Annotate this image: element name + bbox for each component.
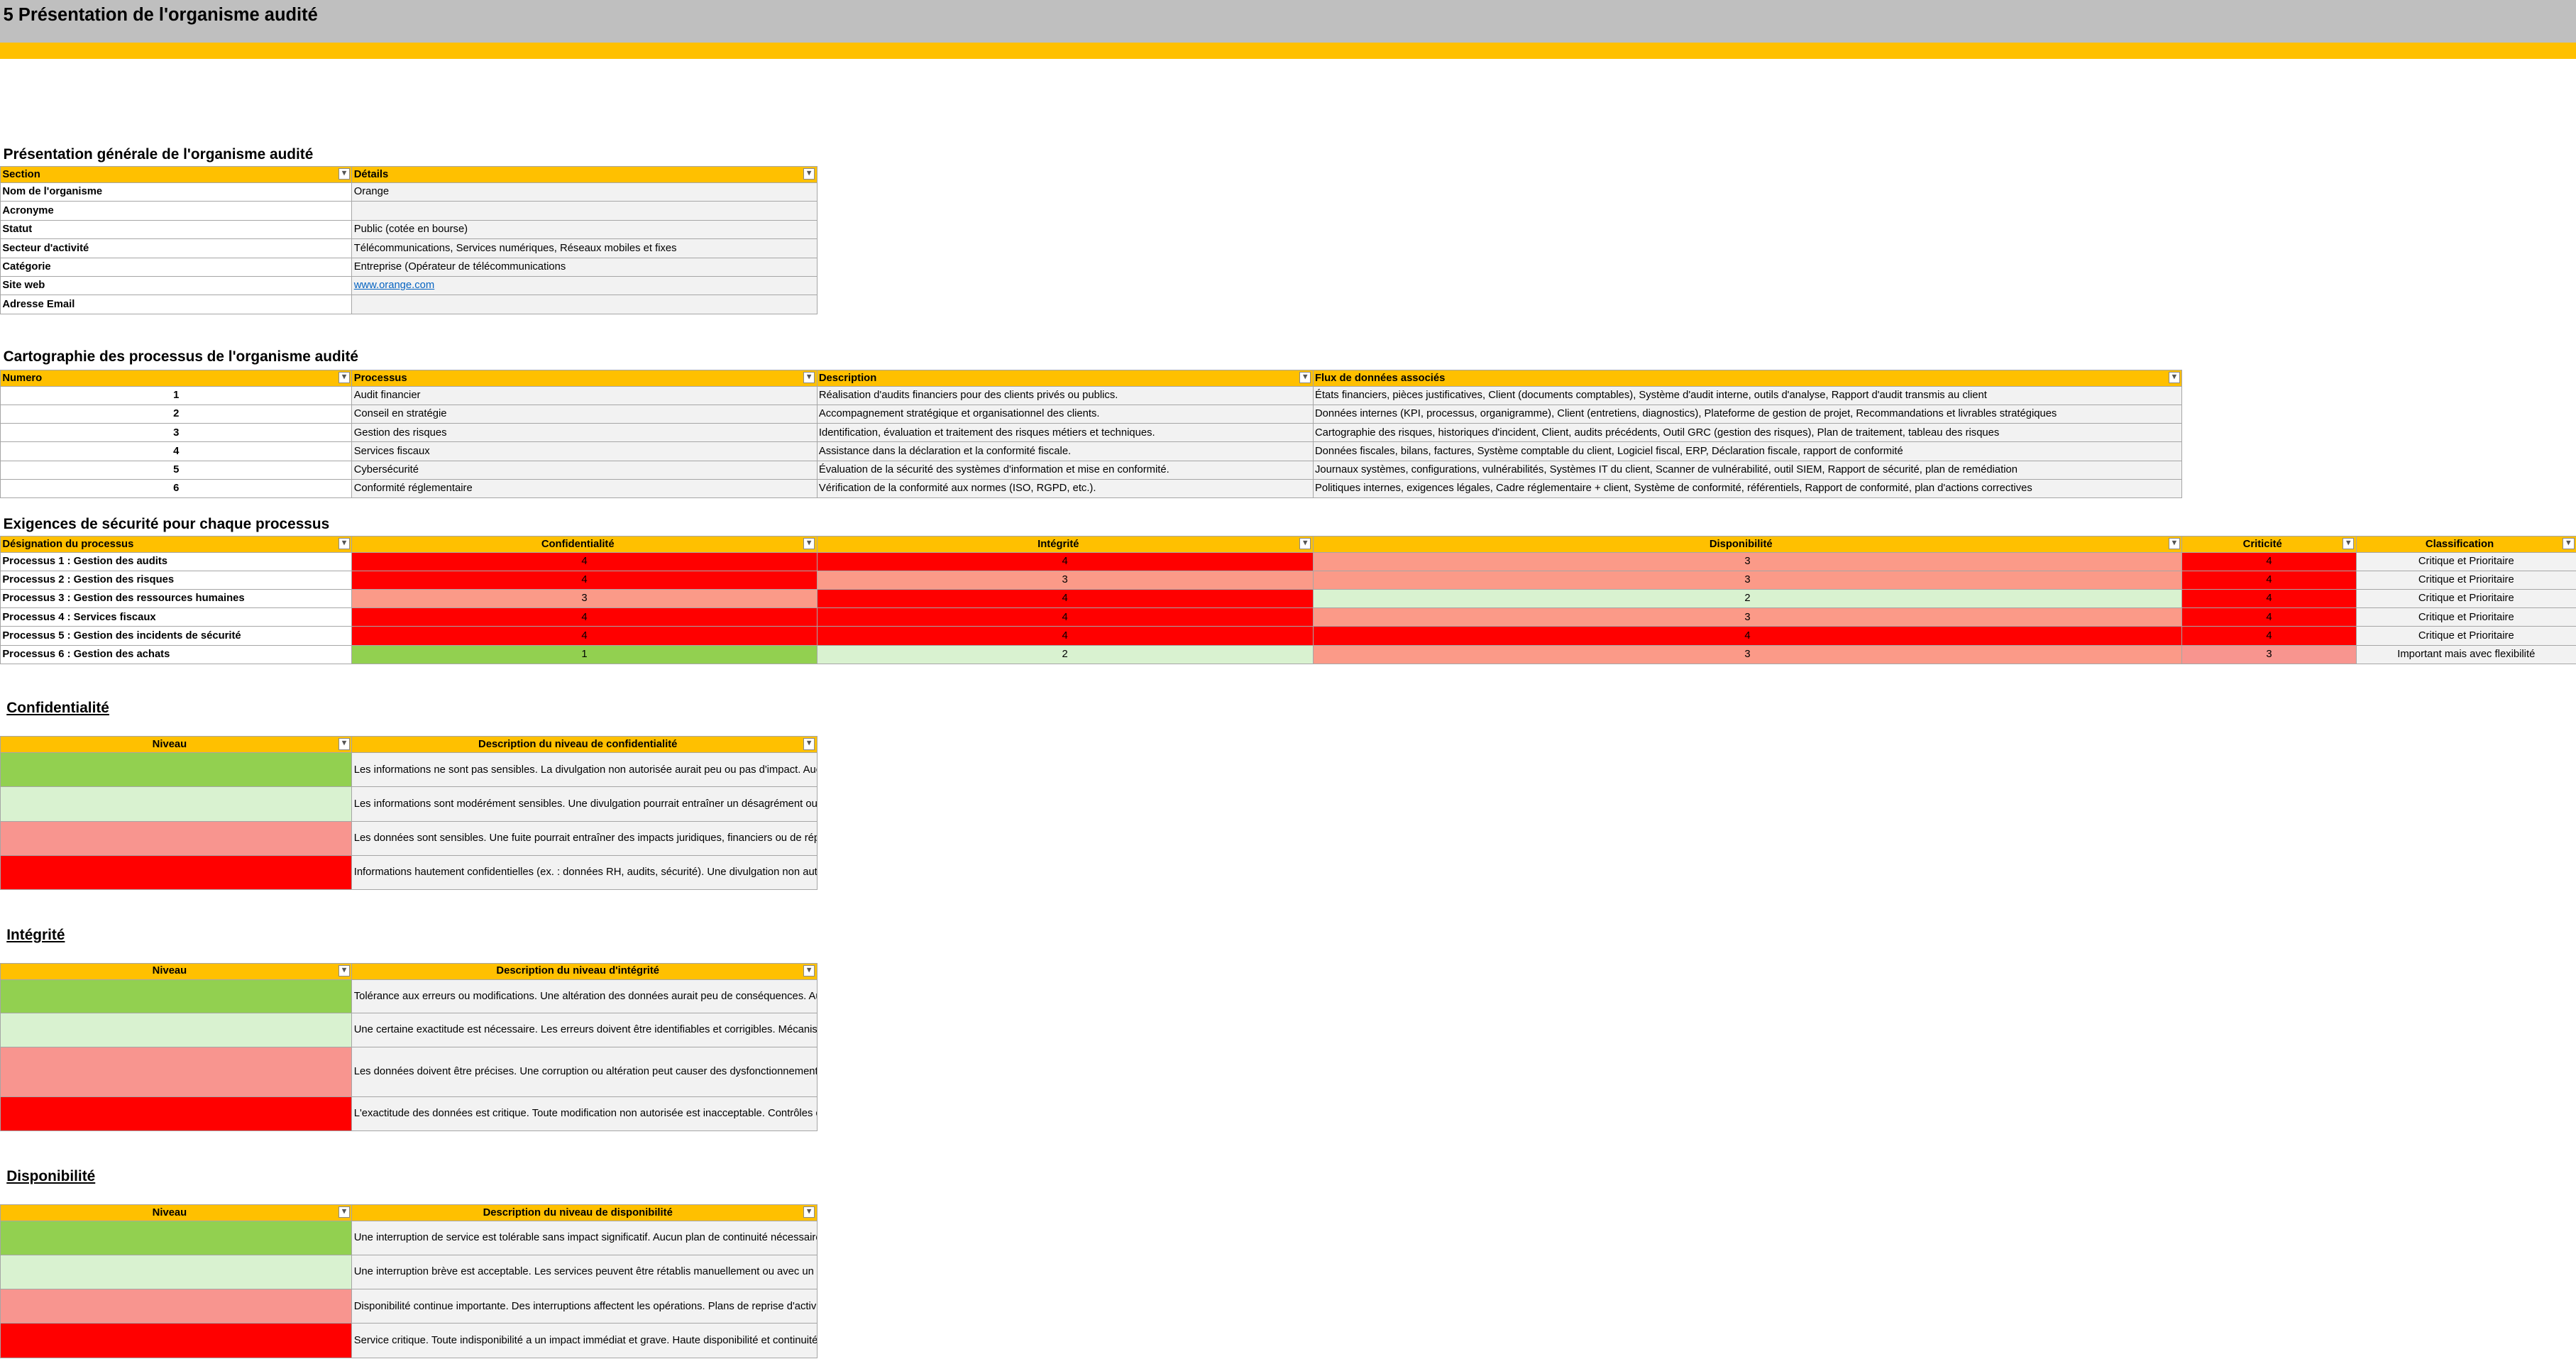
col-header-niveau[interactable]: Niveau▾	[1, 963, 352, 979]
table-row: 1Audit financierRéalisation d'audits fin…	[1, 387, 2182, 405]
table-row: Disponibilité continue importante. Des i…	[1, 1289, 818, 1324]
table-row: Processus 2 : Gestion des risques4334Cri…	[1, 571, 2576, 589]
org-section-title: Présentation générale de l'organisme aud…	[4, 146, 314, 163]
col-header-processus[interactable]: Processus▾	[352, 370, 817, 386]
table-row: Une interruption brève est acceptable. L…	[1, 1255, 818, 1289]
filter-dropdown-icon[interactable]: ▾	[1299, 372, 1311, 383]
disponibilite-title: Disponibilité	[6, 1168, 95, 1185]
level-swatch[interactable]	[1, 1047, 352, 1097]
col-header-description-niveau[interactable]: Description du niveau d'intégrité▾	[352, 963, 817, 979]
level-swatch[interactable]	[1, 1324, 352, 1358]
table-row: Tolérance aux erreurs ou modifications. …	[1, 979, 818, 1013]
level-swatch[interactable]	[1, 753, 352, 787]
filter-dropdown-icon[interactable]: ▾	[803, 372, 815, 383]
filter-dropdown-icon[interactable]: ▾	[338, 965, 350, 976]
level-swatch[interactable]	[1, 1255, 352, 1289]
table-row: Site webwww.orange.com	[1, 276, 818, 295]
security-section-title: Exigences de sécurité pour chaque proces…	[4, 516, 330, 533]
col-header-numero[interactable]: Numero▾	[1, 370, 352, 386]
process-table: Numero▾ Processus▾ Description▾ Flux de …	[0, 370, 2182, 498]
filter-dropdown-icon[interactable]: ▾	[803, 168, 815, 180]
table-row: Les informations ne sont pas sensibles. …	[1, 753, 818, 787]
col-header-flux[interactable]: Flux de données associés▾	[1313, 370, 2182, 386]
table-row: Processus 4 : Services fiscaux4434Critiq…	[1, 608, 2576, 627]
sheet-title: 5 Présentation de l'organisme audité	[4, 5, 318, 26]
filter-dropdown-icon[interactable]: ▾	[2169, 372, 2180, 383]
col-header-disponibilite[interactable]: Disponibilité▾	[1313, 536, 2182, 552]
filter-dropdown-icon[interactable]: ▾	[2343, 538, 2354, 549]
level-swatch[interactable]	[1, 1221, 352, 1255]
filter-dropdown-icon[interactable]: ▾	[1299, 538, 1311, 549]
table-row: 3Gestion des risquesIdentification, éval…	[1, 424, 2182, 442]
table-row: L'exactitude des données est critique. T…	[1, 1097, 818, 1130]
level-swatch[interactable]	[1, 787, 352, 821]
confidentialite-title: Confidentialité	[6, 700, 109, 717]
col-header-section[interactable]: Section▾	[1, 166, 352, 182]
level-swatch[interactable]	[1, 855, 352, 889]
table-row: Processus 1 : Gestion des audits4434Crit…	[1, 552, 2576, 571]
col-header-niveau[interactable]: Niveau▾	[1, 1204, 352, 1221]
table-row: 2Conseil en stratégieAccompagnement stra…	[1, 405, 2182, 424]
table-row: Processus 6 : Gestion des achats1233Impo…	[1, 645, 2576, 664]
level-swatch[interactable]	[1, 979, 352, 1013]
table-row: 4Services fiscauxAssistance dans la décl…	[1, 442, 2182, 461]
security-table: Désignation du processus▾ Confidentialit…	[0, 536, 2576, 664]
col-header-details[interactable]: Détails▾	[352, 166, 817, 182]
level-swatch[interactable]	[1, 1013, 352, 1047]
website-link[interactable]: www.orange.com	[354, 280, 435, 291]
level-swatch[interactable]	[1, 821, 352, 855]
table-row: Une interruption de service est tolérabl…	[1, 1221, 818, 1255]
table-row: Les données sont sensibles. Une fuite po…	[1, 821, 818, 855]
table-row: Les données doivent être précises. Une c…	[1, 1047, 818, 1097]
level-swatch[interactable]	[1, 1097, 352, 1130]
filter-dropdown-icon[interactable]: ▾	[338, 538, 350, 549]
table-row: Nom de l'organismeOrange	[1, 182, 818, 201]
filter-dropdown-icon[interactable]: ▾	[803, 965, 815, 976]
org-table: Section▾ Détails▾ Nom de l'organismeOran…	[0, 166, 818, 314]
table-row: Service critique. Toute indisponibilité …	[1, 1324, 818, 1358]
table-row: Informations hautement confidentielles (…	[1, 855, 818, 889]
col-header-niveau[interactable]: Niveau▾	[1, 737, 352, 753]
integrite-table: Niveau▾ Description du niveau d'intégrit…	[0, 963, 818, 1131]
filter-dropdown-icon[interactable]: ▾	[803, 738, 815, 749]
filter-dropdown-icon[interactable]: ▾	[338, 738, 350, 749]
table-row: 5CybersécuritéÉvaluation de la sécurité …	[1, 461, 2182, 479]
table-row: StatutPublic (cotée en bourse)	[1, 220, 818, 238]
integrite-title: Intégrité	[6, 927, 65, 944]
table-row: 6Conformité réglementaireVérification de…	[1, 479, 2182, 497]
filter-dropdown-icon[interactable]: ▾	[2563, 538, 2574, 549]
filter-dropdown-icon[interactable]: ▾	[338, 1206, 350, 1218]
table-row: Acronyme	[1, 202, 818, 220]
filter-dropdown-icon[interactable]: ▾	[338, 372, 350, 383]
gold-banner	[0, 43, 2576, 59]
col-header-classification[interactable]: Classification▾	[2356, 536, 2576, 552]
table-row: Secteur d'activitéTélécommunications, Se…	[1, 239, 818, 258]
level-swatch[interactable]	[1, 1289, 352, 1324]
col-header-criticite[interactable]: Criticité▾	[2182, 536, 2356, 552]
col-header-integrite[interactable]: Intégrité▾	[817, 536, 1313, 552]
col-header-description-niveau[interactable]: Description du niveau de confidentialité…	[352, 737, 817, 753]
col-header-description-niveau[interactable]: Description du niveau de disponibilité▾	[352, 1204, 817, 1221]
table-row: Processus 5 : Gestion des incidents de s…	[1, 627, 2576, 645]
sheet-header-bar: 5 Présentation de l'organisme audité	[0, 0, 2576, 43]
worksheet: 5 Présentation de l'organisme audité Pré…	[0, 0, 2576, 1359]
col-header-designation[interactable]: Désignation du processus▾	[1, 536, 352, 552]
table-row: CatégorieEntreprise (Opérateur de téléco…	[1, 258, 818, 276]
table-row: Processus 3 : Gestion des ressources hum…	[1, 590, 2576, 608]
filter-dropdown-icon[interactable]: ▾	[803, 538, 815, 549]
process-section-title: Cartographie des processus de l'organism…	[4, 348, 358, 365]
table-row: Les informations sont modérément sensibl…	[1, 787, 818, 821]
col-header-description[interactable]: Description▾	[817, 370, 1313, 386]
confidentialite-table: Niveau▾ Description du niveau de confide…	[0, 736, 818, 890]
col-header-confidentialite[interactable]: Confidentialité▾	[352, 536, 817, 552]
filter-dropdown-icon[interactable]: ▾	[2169, 538, 2180, 549]
filter-dropdown-icon[interactable]: ▾	[338, 168, 350, 180]
table-row: Une certaine exactitude est nécessaire. …	[1, 1013, 818, 1047]
filter-dropdown-icon[interactable]: ▾	[803, 1206, 815, 1218]
disponibilite-table: Niveau▾ Description du niveau de disponi…	[0, 1204, 818, 1358]
table-row: Adresse Email	[1, 295, 818, 314]
